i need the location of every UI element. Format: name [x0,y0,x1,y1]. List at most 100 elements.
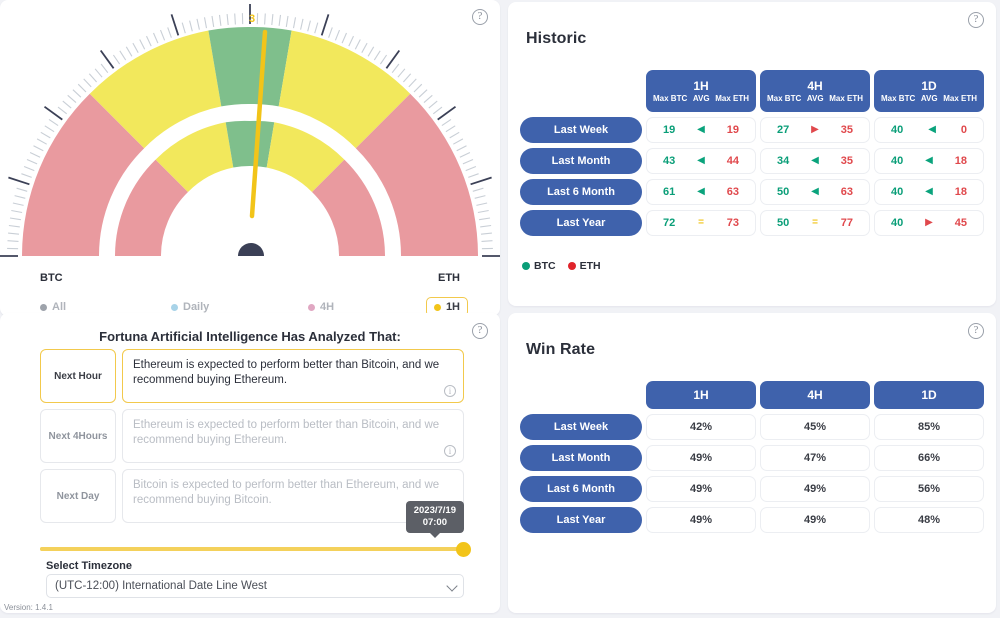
historic-row-label-last-month[interactable]: Last Month [520,148,642,174]
winrate-row-label-last-6-month[interactable]: Last 6 Month [520,476,642,502]
historic-cell: 34 ◀ 35 [760,148,870,174]
prediction-row-next-hour[interactable]: Next Hour Ethereum is expected to perfor… [40,349,464,403]
trend-arrow-left-icon: ◀ [811,186,819,197]
header-sub-avg: AVG [920,94,938,103]
prediction-text-container: Ethereum is expected to perform better t… [122,349,464,403]
winrate-table: 1H 4H 1D Last Week 42% 45% 85% Last Mont… [516,376,988,538]
gauge-pivot [238,243,264,256]
value-btc: 61 [663,186,676,198]
value-eth: 35 [840,155,853,167]
legend-label: 4H [320,301,335,313]
winrate-cell: 49% [646,476,756,502]
winrate-cell: 85% [874,414,984,440]
winrate-row-label-last-week[interactable]: Last Week [520,414,642,440]
header-main: 1D [921,79,937,93]
legend-dot-icon [567,262,576,270]
header-sub-maxeth: Max ETH [829,94,863,103]
version-label: Version: 1.4.1 [4,603,53,612]
header-main: 4H [807,79,823,93]
header-main: 1H [693,79,709,93]
historic-header-4h[interactable]: 4H Max BTC AVG Max ETH [760,70,870,112]
left-column: ? 3 BTC ETH All Daily 4H 1H ? Fortuna Ar… [0,0,504,618]
winrate-header-1d[interactable]: 1D [874,381,984,409]
gauge-axis-labels: BTC ETH [0,272,500,290]
value-eth: 63 [840,186,853,198]
header-main: 1H [693,387,709,402]
winrate-cell: 42% [646,414,756,440]
value-btc: 27 [777,124,790,136]
value-eth: 73 [726,217,739,229]
winrate-row-label-last-month[interactable]: Last Month [520,445,642,471]
legend-dot-icon [433,303,441,311]
table-row: Last Month 43 ◀ 44 34 ◀ 35 40 ◀ 18 [520,148,984,174]
gauge-chart: 3 [0,2,504,266]
gauge-svg [0,2,504,257]
legend-dot-icon [522,262,530,270]
header-main: 4H [807,387,823,402]
value-eth: 18 [954,155,967,167]
info-circle-icon[interactable]: i [444,445,456,457]
table-header-row: 1H Max BTC AVG Max ETH 4H Max BTC AVG Ma… [520,70,984,112]
legend-dot-icon [40,303,47,311]
value-btc: 40 [891,217,904,229]
timezone-select[interactable]: (UTC-12:00) International Date Line West [46,574,464,598]
value-btc: 50 [777,217,790,229]
help-circle-icon[interactable]: ? [968,323,984,339]
prediction-row-next-4hours[interactable]: Next 4Hours Ethereum is expected to perf… [40,409,464,463]
slider-fill [40,547,464,551]
value-btc: 19 [663,124,676,136]
slider-tooltip-time: 07:00 [422,517,448,528]
winrate-cell: 49% [760,507,870,533]
value-eth: 77 [840,217,853,229]
dashboard-root: ? 3 BTC ETH All Daily 4H 1H ? Fortuna Ar… [0,0,1000,618]
time-slider[interactable] [40,542,471,557]
help-circle-icon[interactable]: ? [968,12,984,28]
winrate-cell: 49% [760,476,870,502]
winrate-cell: 48% [874,507,984,533]
header-main: 1D [921,387,937,402]
historic-cell: 40 ◀ 18 [874,148,984,174]
header-sub-maxbtc: Max BTC [653,94,688,103]
value-eth: 44 [726,155,739,167]
legend-label: 1H [445,301,460,313]
winrate-header-4h[interactable]: 4H [760,381,870,409]
historic-cell: 40 ◀ 0 [874,117,984,143]
value-btc: 50 [777,186,790,198]
trend-arrow-right-icon: ▶ [925,217,933,228]
historic-row-label-last-6-month[interactable]: Last 6 Month [520,179,642,205]
table-row: Last Week 42% 45% 85% [520,414,984,440]
historic-header-1h[interactable]: 1H Max BTC AVG Max ETH [646,70,756,112]
header-sub-avg: AVG [692,94,710,103]
value-eth: 0 [960,124,967,136]
legend-dot-icon [171,303,178,311]
historic-row-label-last-year[interactable]: Last Year [520,210,642,236]
historic-cell: 40 ▶ 45 [874,210,984,236]
header-sub-maxbtc: Max BTC [881,94,916,103]
value-btc: 43 [663,155,676,167]
time-slider-zone: 2023/7/19 07:00 [40,501,471,563]
historic-header-1d[interactable]: 1D Max BTC AVG Max ETH [874,70,984,112]
winrate-header-1h[interactable]: 1H [646,381,756,409]
prediction-tag: Next 4Hours [40,409,116,463]
historic-cell: 72 = 73 [646,210,756,236]
value-eth: 45 [954,217,967,229]
winrate-cell: 49% [646,507,756,533]
historic-legend: BTC ETH [522,260,601,272]
header-sub-maxeth: Max ETH [715,94,749,103]
slider-tooltip-date: 2023/7/19 [413,505,456,516]
winrate-cell: 56% [874,476,984,502]
info-circle-icon[interactable]: i [444,385,456,397]
header-sub-maxbtc: Max BTC [767,94,802,103]
table-row: Last Month 49% 47% 66% [520,445,984,471]
historic-row-label-last-week[interactable]: Last Week [520,117,642,143]
historic-cell: 19 ◀ 19 [646,117,756,143]
winrate-row-label-last-year[interactable]: Last Year [520,507,642,533]
slider-thumb[interactable] [456,542,471,557]
gauge-label-btc: BTC [40,272,63,284]
value-eth: 35 [840,124,853,136]
header-sub-maxeth: Max ETH [943,94,977,103]
historic-panel: ? Historic 1H Max BTC AVG Max ETH 4H Max… [508,2,996,306]
legend-dot-icon [308,303,315,311]
trend-arrow-left-icon: ◀ [925,155,933,166]
right-column: ? Historic 1H Max BTC AVG Max ETH 4H Max… [504,0,1000,618]
